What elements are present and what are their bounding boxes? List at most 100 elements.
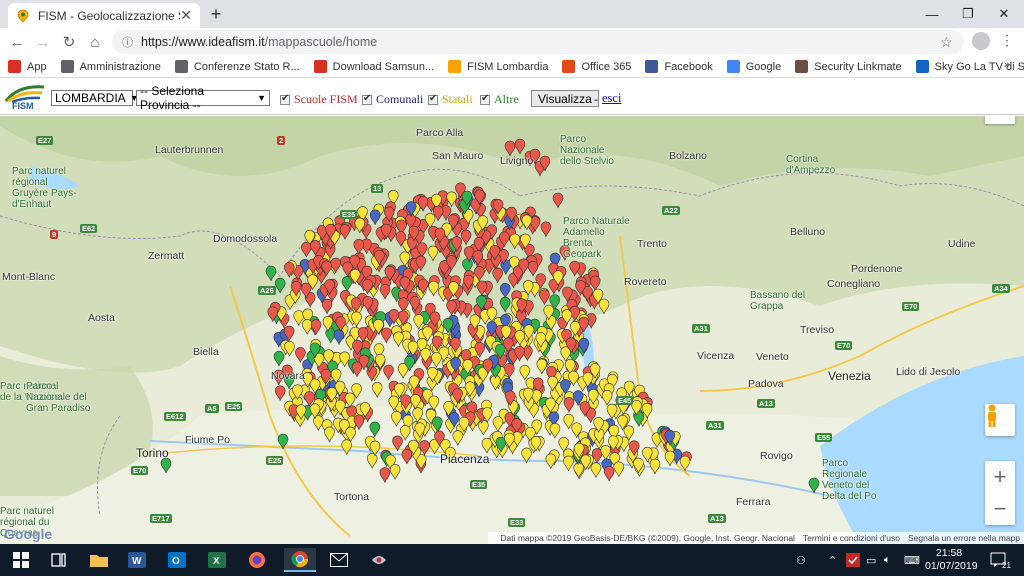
bookmark-label: Sky Go La TV di Sky... [934, 60, 1024, 73]
bookmark-star-icon[interactable]: ☆ [940, 34, 953, 51]
ime-icon[interactable]: ⌨︎ [904, 544, 920, 576]
zoom-out-button[interactable]: − [985, 493, 1015, 525]
zoom-control: + − [985, 461, 1015, 525]
visualizza-button[interactable]: Visualizza [531, 90, 599, 107]
separator: - [594, 92, 598, 106]
file-explorer-icon[interactable] [86, 548, 112, 572]
logo-text: FISM [12, 101, 34, 111]
browser-tab[interactable]: FISM - Geolocalizzazione Scuole ✕ [8, 3, 200, 28]
bookmark-item[interactable]: Amministrazione [60, 60, 161, 73]
info-icon[interactable]: ⓘ [122, 34, 133, 50]
filter-scuole-fism[interactable]: Scuole FISM [280, 92, 358, 107]
filter-statali[interactable]: Statali [428, 92, 473, 107]
reload-icon[interactable]: ↻ [56, 29, 82, 55]
bookmark-item[interactable]: FISM Lombardia [448, 60, 548, 73]
road-shield: E35 [340, 210, 358, 219]
map-label-padova: Padova [748, 378, 784, 390]
filter-comunali[interactable]: Comunali [362, 92, 423, 107]
road-shield: A5 [205, 404, 219, 413]
map-label-cortina: Cortina d'Ampezzo [786, 154, 836, 176]
maximize-button[interactable]: ❐ [948, 0, 988, 28]
map-label-parco-stelvio: Parco Nazionale dello Stelvio [560, 134, 614, 167]
bookmark-label: Download Samsun... [332, 60, 435, 73]
street-view-pegman-icon[interactable] [985, 404, 1015, 436]
bookmarks-overflow-button[interactable]: » [1004, 59, 1010, 71]
checkbox-icon[interactable] [480, 93, 490, 105]
region-select[interactable]: LOMBARDIA ▼ [51, 90, 139, 106]
bookmark-item[interactable]: Conferenze Stato R... [174, 60, 300, 73]
filter-altre[interactable]: Altre [480, 92, 519, 107]
volume-icon[interactable]: 🔈︎ [884, 544, 891, 576]
road-shield: E70 [131, 466, 149, 475]
bookmark-item[interactable]: App [8, 60, 47, 73]
word-icon[interactable]: W [124, 548, 150, 572]
map-label-udine: Udine [948, 238, 976, 250]
back-arrow-icon[interactable]: ← [4, 29, 30, 55]
map-label-parc-gruyere: Parc naturel régional Gruyère Pays-d'Enh… [12, 166, 77, 210]
map-label-ferrara: Ferrara [736, 496, 771, 508]
fullscreen-button[interactable] [985, 116, 1015, 124]
firefox-icon[interactable] [244, 548, 270, 572]
zoom-in-button[interactable]: + [985, 461, 1015, 493]
road-shield: E33 [508, 518, 526, 527]
bookmark-item[interactable]: Facebook [645, 60, 713, 73]
tab-title: FISM - Geolocalizzazione Scuole [38, 8, 180, 23]
map-canvas[interactable]: Parco Alla San Mauro Livigno Parco Nazional… [0, 116, 1024, 544]
forward-arrow-icon[interactable]: → [30, 29, 56, 55]
checkbox-icon[interactable] [428, 93, 438, 105]
windows-start-icon[interactable] [8, 548, 34, 572]
outlook-icon[interactable]: O [164, 548, 190, 572]
checkbox-icon[interactable] [362, 93, 372, 105]
map-label-trento: Trento [637, 238, 667, 250]
road-shield: E27 [36, 136, 54, 145]
browser-toolbar: ← → ↻ ⌂ ⓘ https://www.ideafism.it/mappas… [0, 28, 1024, 56]
fism-icon [448, 60, 462, 73]
bookmark-item[interactable]: Download Samsun... [313, 60, 435, 73]
road-shield: E35 [470, 480, 488, 489]
bookmark-label: Amministrazione [79, 60, 161, 73]
show-hidden-icons[interactable]: ⌃ [828, 544, 837, 576]
linkmate-icon [795, 60, 809, 73]
road-shield: 13 [371, 184, 384, 193]
mail-icon[interactable] [326, 548, 352, 572]
new-tab-button[interactable]: + [206, 4, 226, 25]
home-icon[interactable]: ⌂ [82, 29, 108, 55]
app-icon[interactable] [366, 548, 392, 572]
close-window-button[interactable]: ✕ [984, 0, 1024, 28]
bookmarks-bar: App Amministrazione Conferenze Stato R... D… [0, 56, 1024, 78]
logout-link[interactable]: esci [602, 91, 621, 106]
map-label-treviso: Treviso [800, 324, 835, 336]
map-label-pordenone: Pordenone [851, 263, 903, 275]
map-label-veneto: Veneto [756, 351, 789, 363]
clock-time: 21:58 [935, 547, 963, 559]
browser-tab-strip: FISM - Geolocalizzazione Scuole ✕ + — ❐ … [0, 0, 1024, 28]
report-error-link[interactable]: Segnala un errore nella mapp [908, 533, 1020, 543]
bookmark-label: App [27, 60, 47, 73]
tab-close-icon[interactable]: ✕ [180, 7, 192, 24]
road-shield: E717 [150, 514, 172, 523]
map-label-rovereto: Rovereto [624, 276, 667, 288]
battery-icon[interactable]: ▭ [866, 544, 876, 576]
people-icon[interactable]: ⚇ [796, 544, 806, 576]
system-clock[interactable]: 21:58 01/07/2019 [925, 547, 978, 573]
checkbox-icon[interactable] [280, 93, 290, 105]
chrome-icon[interactable] [284, 548, 316, 572]
excel-icon[interactable]: X [204, 548, 230, 572]
bookmark-item[interactable]: Security Linkmate [795, 60, 902, 73]
terms-link[interactable]: Termini e condizioni d'uso [803, 533, 900, 543]
bookmark-item[interactable]: Office 365 [562, 60, 631, 73]
task-view-icon[interactable] [46, 548, 72, 572]
facebook-icon [645, 60, 659, 73]
google-icon [726, 60, 740, 73]
province-select[interactable]: -- Seleziona Provincia -- ▼ [136, 84, 270, 112]
bookmark-label: Security Linkmate [814, 60, 902, 73]
map-label-piacenza: Piacenza [440, 452, 490, 466]
minimize-button[interactable]: — [912, 0, 952, 28]
address-bar[interactable]: ⓘ https://www.ideafism.it/mappascuole/ho… [112, 30, 964, 54]
profile-avatar[interactable] [972, 32, 990, 50]
notifications-icon[interactable]: 21 [990, 544, 1011, 576]
menu-kebab-icon[interactable]: ⋮ [1000, 32, 1014, 49]
defender-icon[interactable] [846, 544, 860, 576]
map-attribution: Dati mappa ©2019 GeoBasis-DE/BKG (©2009)… [488, 532, 1024, 544]
bookmark-item[interactable]: Google [726, 60, 781, 73]
